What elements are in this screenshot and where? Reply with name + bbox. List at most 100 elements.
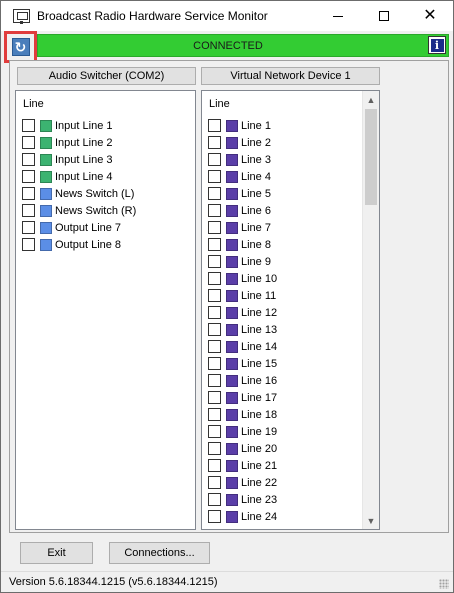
close-button[interactable]: ✕ (407, 1, 453, 31)
info-button[interactable]: i (428, 36, 446, 54)
line-checkbox[interactable] (208, 510, 221, 523)
line-checkbox[interactable] (208, 408, 221, 421)
audio-switcher-line-list[interactable]: Line Input Line 1 Input Line 2 Input Line … (15, 90, 196, 530)
line-color-swatch-icon (226, 221, 238, 234)
list-item[interactable]: Line 4 (208, 168, 277, 185)
line-checkbox[interactable] (208, 272, 221, 285)
list-item[interactable]: Line 23 (208, 491, 277, 508)
line-color-swatch-icon (226, 357, 238, 370)
line-checkbox[interactable] (208, 476, 221, 489)
line-color-swatch-icon (40, 119, 52, 132)
list-item[interactable]: Line 19 (208, 423, 277, 440)
connections-button[interactable]: Connections... (109, 542, 210, 564)
list-item[interactable]: Input Line 1 (22, 117, 136, 134)
line-checkbox[interactable] (208, 204, 221, 217)
list-item[interactable]: Line 16 (208, 372, 277, 389)
list-item[interactable]: Line 9 (208, 253, 277, 270)
line-color-swatch-icon (40, 153, 52, 166)
list-item[interactable]: News Switch (R) (22, 202, 136, 219)
refresh-button[interactable]: ↻ (4, 31, 37, 63)
line-checkbox[interactable] (22, 238, 35, 251)
vertical-scrollbar[interactable]: ▲ ▼ (362, 91, 379, 529)
line-label: Line 3 (241, 153, 271, 166)
line-checkbox[interactable] (208, 238, 221, 251)
exit-button[interactable]: Exit (20, 542, 93, 564)
list-item[interactable]: Line 18 (208, 406, 277, 423)
list-item[interactable]: Output Line 8 (22, 236, 136, 253)
resize-grip-icon[interactable] (439, 579, 449, 589)
list-item[interactable]: Line 5 (208, 185, 277, 202)
line-checkbox[interactable] (22, 119, 35, 132)
maximize-button[interactable] (361, 1, 407, 31)
line-label: Line 17 (241, 391, 278, 404)
list-item[interactable]: Line 3 (208, 151, 277, 168)
list-item[interactable]: Line 24 (208, 508, 277, 525)
line-color-swatch-icon (226, 374, 238, 387)
line-checkbox[interactable] (22, 187, 35, 200)
line-checkbox[interactable] (208, 255, 221, 268)
list-item[interactable]: Line 11 (208, 287, 277, 304)
line-color-swatch-icon (226, 391, 238, 404)
list-item[interactable]: Line 12 (208, 304, 277, 321)
line-checkbox[interactable] (208, 136, 221, 149)
list-item[interactable]: Input Line 3 (22, 151, 136, 168)
audio-switcher-items: Input Line 1 Input Line 2 Input Line 3 Inpu… (22, 117, 136, 253)
list-item[interactable]: Line 22 (208, 474, 277, 491)
virtual-network-device-header: Virtual Network Device 1 (201, 67, 380, 85)
scroll-down-arrow-icon[interactable]: ▼ (363, 512, 379, 529)
list-item[interactable]: Line 13 (208, 321, 277, 338)
line-color-swatch-icon (40, 238, 52, 251)
line-label: Line 21 (241, 459, 278, 472)
line-label: Output Line 7 (55, 221, 122, 234)
line-checkbox[interactable] (208, 340, 221, 353)
line-checkbox[interactable] (208, 442, 221, 455)
line-checkbox[interactable] (22, 153, 35, 166)
line-checkbox[interactable] (208, 221, 221, 234)
list-item[interactable]: Input Line 4 (22, 168, 136, 185)
line-checkbox[interactable] (22, 170, 35, 183)
list-item[interactable]: News Switch (L) (22, 185, 136, 202)
list-item[interactable]: Line 7 (208, 219, 277, 236)
list-item[interactable]: Line 8 (208, 236, 277, 253)
line-checkbox[interactable] (208, 425, 221, 438)
line-label: Line 12 (241, 306, 278, 319)
virtual-network-line-list[interactable]: Line Line 1 Line 2 Line 3 Line 4 Line 5 Line … (201, 90, 380, 530)
line-checkbox[interactable] (22, 136, 35, 149)
line-checkbox[interactable] (22, 221, 35, 234)
line-checkbox[interactable] (208, 323, 221, 336)
line-label: Line 7 (241, 221, 271, 234)
list-item[interactable]: Line 20 (208, 440, 277, 457)
line-color-swatch-icon (226, 255, 238, 268)
line-checkbox[interactable] (208, 459, 221, 472)
line-checkbox[interactable] (208, 187, 221, 200)
line-checkbox[interactable] (208, 357, 221, 370)
scroll-thumb[interactable] (365, 109, 377, 205)
list-item[interactable]: Line 2 (208, 134, 277, 151)
line-column-header: Line (23, 98, 44, 110)
line-checkbox[interactable] (22, 204, 35, 217)
line-checkbox[interactable] (208, 391, 221, 404)
list-item[interactable]: Line 14 (208, 338, 277, 355)
list-item[interactable]: Output Line 7 (22, 219, 136, 236)
line-label: News Switch (L) (55, 187, 135, 200)
title-bar[interactable]: Broadcast Radio Hardware Service Monitor… (1, 1, 453, 31)
list-item[interactable]: Line 1 (208, 117, 277, 134)
line-label: Line 15 (241, 357, 278, 370)
minimize-button[interactable] (315, 1, 361, 31)
line-checkbox[interactable] (208, 153, 221, 166)
scroll-up-arrow-icon[interactable]: ▲ (363, 91, 379, 108)
list-item[interactable]: Line 10 (208, 270, 277, 287)
line-checkbox[interactable] (208, 289, 221, 302)
list-item[interactable]: Line 17 (208, 389, 277, 406)
line-checkbox[interactable] (208, 374, 221, 387)
list-item[interactable]: Line 6 (208, 202, 277, 219)
line-label: Line 6 (241, 204, 271, 217)
line-checkbox[interactable] (208, 306, 221, 319)
line-checkbox[interactable] (208, 170, 221, 183)
line-checkbox[interactable] (208, 119, 221, 132)
line-checkbox[interactable] (208, 493, 221, 506)
line-color-swatch-icon (226, 187, 238, 200)
list-item[interactable]: Input Line 2 (22, 134, 136, 151)
list-item[interactable]: Line 21 (208, 457, 277, 474)
list-item[interactable]: Line 15 (208, 355, 277, 372)
